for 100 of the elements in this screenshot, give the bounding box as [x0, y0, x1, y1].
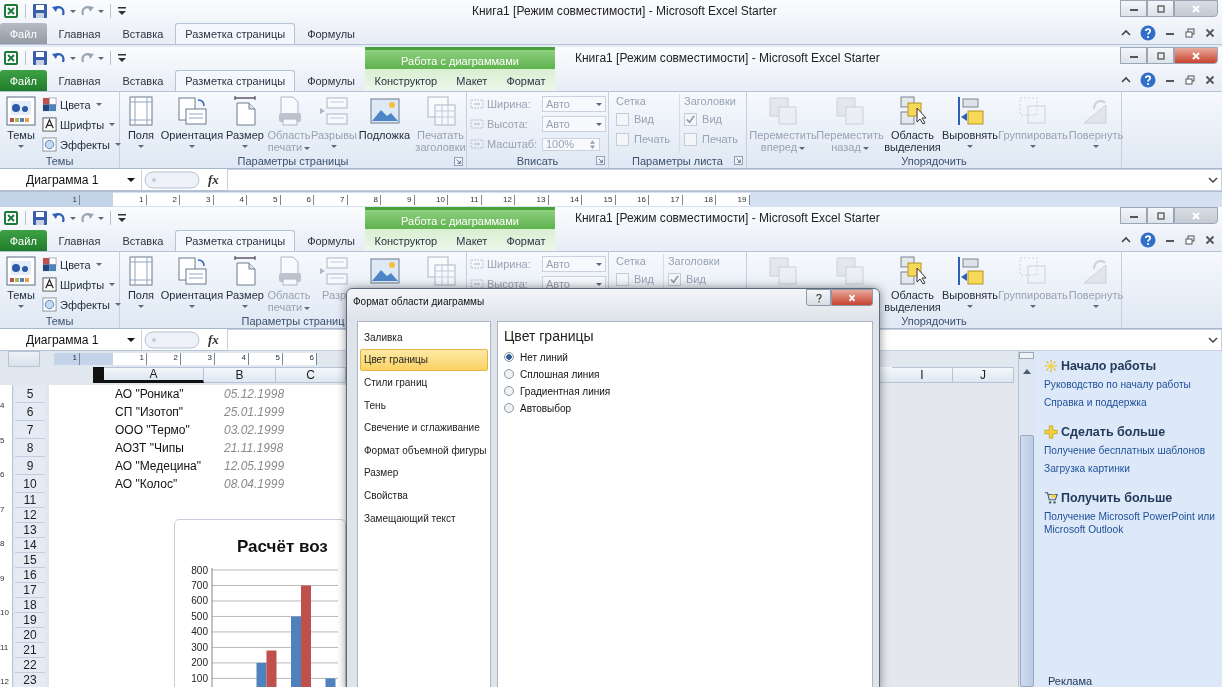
caret-icon[interactable] — [98, 56, 104, 60]
ribbon-button[interactable]: Область выделения — [884, 94, 941, 154]
ribbon-tab[interactable]: Формат — [499, 70, 553, 91]
dialog-launcher-icon[interactable] — [454, 157, 463, 166]
customize-toolbar-icon[interactable] — [117, 212, 127, 224]
maximize-button[interactable] — [1147, 0, 1174, 17]
close-button[interactable] — [831, 289, 873, 306]
ribbon-button[interactable]: Размер — [225, 94, 265, 154]
category-item[interactable]: Тень — [360, 393, 488, 417]
file-tab[interactable]: Файл — [0, 230, 47, 251]
ribbon-tab[interactable]: Макет — [449, 230, 495, 251]
ribbon-tab[interactable]: Формулы — [297, 23, 365, 44]
row-header[interactable]: 21 — [15, 643, 45, 658]
column-header[interactable]: A — [104, 367, 204, 383]
restore-icon[interactable] — [1184, 234, 1196, 246]
caret-icon[interactable] — [98, 216, 104, 220]
ribbon-tab[interactable]: Конструктор — [367, 70, 445, 91]
ribbon-button[interactable]: Выровнять — [942, 94, 998, 154]
ribbon-tab[interactable]: Макет — [449, 70, 495, 91]
help-icon[interactable] — [1140, 72, 1156, 88]
caret-icon[interactable] — [98, 9, 104, 13]
category-item[interactable]: Размер — [360, 461, 488, 485]
ribbon-button[interactable]: Подложка — [356, 94, 413, 154]
category-item[interactable]: Формат объемной фигуры — [360, 438, 488, 462]
close-icon[interactable] — [1204, 27, 1216, 39]
dialog-launcher-icon[interactable] — [734, 156, 743, 165]
row-header[interactable]: 11 — [15, 493, 45, 508]
dialog-launcher-icon[interactable] — [596, 156, 605, 165]
row-header[interactable]: 19 — [15, 613, 45, 628]
row-header[interactable]: 14 — [15, 538, 45, 553]
ribbon-tab[interactable]: Разметка страницы — [175, 23, 296, 44]
scroll-up-icon[interactable] — [1021, 367, 1032, 375]
caret-icon[interactable] — [70, 56, 76, 60]
radio-option[interactable]: Нет линий — [504, 350, 568, 364]
ribbon-button[interactable]: Темы — [3, 254, 39, 314]
category-item[interactable]: Свойства — [360, 484, 488, 507]
ribbon-button[interactable]: Шрифты — [40, 275, 123, 294]
save-icon[interactable] — [32, 3, 48, 19]
file-tab[interactable]: Файл — [0, 70, 47, 91]
row-header[interactable]: 8 — [15, 439, 45, 457]
insert-function-button[interactable]: fx — [208, 331, 219, 348]
column-header[interactable]: J — [953, 367, 1014, 383]
help-icon[interactable] — [1140, 232, 1156, 248]
ribbon-tab[interactable]: Разметка страницы — [175, 70, 296, 91]
ribbon-button[interactable]: Темы — [3, 94, 39, 154]
category-item[interactable]: Заливка — [360, 326, 488, 349]
restore-icon[interactable] — [1184, 74, 1196, 86]
restore-icon[interactable] — [1184, 27, 1196, 39]
ribbon-button[interactable]: Эффекты — [40, 135, 123, 154]
ribbon-tab[interactable]: Главная — [48, 23, 111, 44]
row-header[interactable]: 17 — [15, 583, 45, 598]
customize-toolbar-icon[interactable] — [117, 5, 127, 17]
maximize-button[interactable] — [1147, 47, 1174, 64]
row-header[interactable]: 13 — [15, 523, 45, 538]
save-icon[interactable] — [32, 210, 48, 226]
category-item[interactable]: Свечение и сглаживание — [360, 416, 488, 439]
column-header[interactable]: B — [204, 367, 276, 383]
ribbon-button[interactable]: Шрифты — [40, 115, 123, 134]
resize-handle[interactable] — [144, 329, 200, 350]
link[interactable]: Загрузка картинки — [1044, 462, 1130, 475]
column-header[interactable]: C — [276, 367, 346, 383]
row-header[interactable]: 5 — [15, 385, 45, 403]
close-icon[interactable] — [1204, 234, 1216, 246]
save-icon[interactable] — [32, 50, 48, 66]
row-header[interactable]: 6 — [15, 403, 45, 421]
row-header[interactable]: 18 — [15, 598, 45, 613]
ribbon-button[interactable]: Область выделения — [884, 254, 941, 314]
category-item[interactable]: Цвет границы — [360, 348, 488, 372]
ribbon-button[interactable]: Цвета — [40, 95, 123, 114]
radio-button[interactable] — [504, 369, 514, 379]
ribbon-button[interactable]: Ориентация — [160, 94, 224, 154]
radio-option[interactable]: Сплошная линия — [504, 367, 600, 381]
row-header[interactable]: 7 — [15, 421, 45, 439]
row-header[interactable]: 16 — [15, 568, 45, 583]
minimize-button[interactable] — [1120, 47, 1147, 64]
row-header[interactable]: 20 — [15, 628, 45, 643]
maximize-button[interactable] — [1147, 207, 1174, 224]
ribbon-tab[interactable]: Главная — [48, 230, 111, 251]
ribbon-tab[interactable]: Разметка страницы — [175, 230, 296, 251]
insert-function-button[interactable]: fx — [208, 171, 219, 188]
customize-toolbar-icon[interactable] — [117, 52, 127, 64]
row-header[interactable]: 22 — [15, 658, 45, 673]
close-icon[interactable] — [1204, 74, 1216, 86]
ribbon-button[interactable]: Размер — [225, 254, 265, 314]
link[interactable]: Руководство по началу работы — [1044, 378, 1191, 391]
row-header[interactable]: 23 — [15, 673, 45, 687]
ribbon-tab[interactable]: Вставка — [112, 23, 174, 44]
ribbon-button[interactable]: Поля — [123, 254, 159, 314]
ribbon-tab[interactable]: Формат — [499, 230, 553, 251]
row-header[interactable]: 9 — [15, 457, 45, 475]
name-box[interactable]: Диаграмма 1 — [0, 169, 142, 190]
ribbon-button[interactable]: Цвета — [40, 255, 123, 274]
ribbon-tab[interactable]: Вставка — [112, 230, 174, 251]
close-button[interactable] — [1174, 47, 1218, 64]
ribbon-button[interactable]: Выровнять — [942, 254, 998, 314]
formula-input[interactable] — [226, 168, 1222, 191]
link[interactable]: Получение бесплатных шаблонов — [1044, 444, 1206, 457]
ribbon-tab[interactable]: Формулы — [297, 230, 365, 251]
resize-handle[interactable] — [144, 169, 200, 190]
ribbon-tab[interactable]: Формулы — [297, 70, 365, 91]
